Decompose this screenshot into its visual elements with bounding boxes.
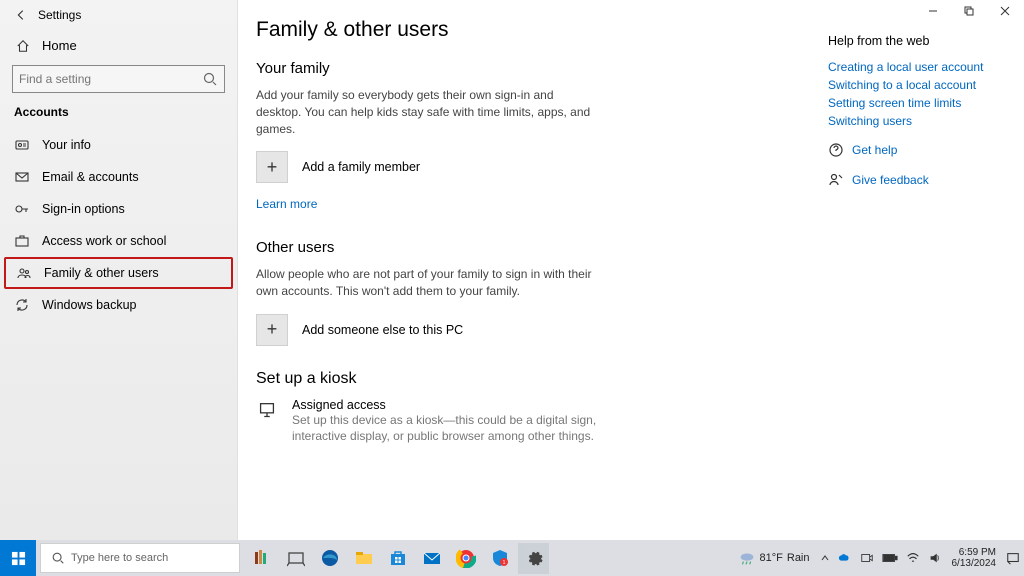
other-desc: Allow people who are not part of your fa…	[256, 266, 596, 300]
taskbar-chrome-icon[interactable]	[450, 543, 481, 574]
feedback-link[interactable]: Give feedback	[828, 172, 1012, 188]
search-icon	[51, 551, 65, 565]
tray-volume-icon[interactable]	[928, 551, 942, 565]
other-heading: Other users	[256, 239, 778, 256]
weather-widget[interactable]: 81°F Rain	[738, 549, 810, 567]
help-link[interactable]: Creating a local user account	[828, 60, 1012, 74]
sidebar-section: Accounts	[0, 101, 237, 129]
maximize-button[interactable]	[962, 4, 976, 18]
sidebar-item-label: Access work or school	[42, 234, 166, 248]
home-nav[interactable]: Home	[0, 28, 237, 59]
window-title: Settings	[38, 8, 81, 22]
feedback-icon	[828, 172, 844, 188]
page-title: Family & other users	[256, 18, 778, 42]
tray-onedrive-icon[interactable]	[838, 551, 852, 565]
taskbar-explorer-icon[interactable]	[348, 543, 379, 574]
search-input[interactable]	[19, 72, 202, 86]
taskbar-store-icon[interactable]	[382, 543, 413, 574]
person-card-icon	[14, 137, 30, 153]
svg-text:1: 1	[502, 560, 505, 566]
taskbar-security-icon[interactable]: 1	[484, 543, 515, 574]
family-heading: Your family	[256, 60, 778, 77]
close-button[interactable]	[998, 4, 1012, 18]
sidebar-item-label: Your info	[42, 138, 91, 152]
tray-meet-icon[interactable]	[860, 551, 874, 565]
people-icon	[16, 265, 32, 281]
tray-battery-icon[interactable]	[882, 552, 898, 564]
briefcase-icon	[14, 233, 30, 249]
family-desc: Add your family so everybody gets their …	[256, 87, 596, 137]
add-other-label: Add someone else to this PC	[302, 323, 463, 337]
sidebar-item-family[interactable]: Family & other users	[4, 257, 233, 289]
feedback-label: Give feedback	[852, 173, 929, 187]
sidebar-item-backup[interactable]: Windows backup	[0, 289, 237, 321]
home-label: Home	[42, 38, 77, 53]
kiosk-title: Assigned access	[292, 398, 612, 412]
clock[interactable]: 6:59 PM 6/13/2024	[952, 547, 997, 569]
search-icon	[202, 71, 218, 87]
kiosk-heading: Set up a kiosk	[256, 370, 778, 388]
sidebar-item-label: Family & other users	[44, 266, 159, 280]
mail-icon	[14, 169, 30, 185]
tray-chevron-icon[interactable]	[820, 553, 830, 563]
sidebar-item-your-info[interactable]: Your info	[0, 129, 237, 161]
search-box[interactable]	[12, 65, 225, 93]
sidebar-item-label: Sign-in options	[42, 202, 125, 216]
sidebar-item-email[interactable]: Email & accounts	[0, 161, 237, 193]
tray-wifi-icon[interactable]	[906, 551, 920, 565]
taskbar-search[interactable]: Type here to search	[40, 543, 240, 573]
taskbar-edge-icon[interactable]	[314, 543, 345, 574]
clock-time: 6:59 PM	[952, 547, 997, 558]
taskbar-taskview-icon[interactable]	[280, 543, 311, 574]
sidebar-item-label: Email & accounts	[42, 170, 139, 184]
learn-more-link[interactable]: Learn more	[256, 197, 317, 211]
help-link[interactable]: Switching to a local account	[828, 78, 1012, 92]
add-other-button[interactable]: +	[256, 314, 288, 346]
weather-temp: 81°F	[760, 552, 783, 564]
help-icon	[828, 142, 844, 158]
weather-icon	[738, 549, 756, 567]
back-button[interactable]	[12, 6, 30, 24]
kiosk-desc: Set up this device as a kiosk—this could…	[292, 412, 612, 444]
help-link[interactable]: Switching users	[828, 114, 1012, 128]
weather-cond: Rain	[787, 552, 810, 564]
add-family-button[interactable]: +	[256, 151, 288, 183]
home-icon	[16, 39, 30, 53]
taskbar-mail-icon[interactable]	[416, 543, 447, 574]
sidebar-item-work-school[interactable]: Access work or school	[0, 225, 237, 257]
get-help-link[interactable]: Get help	[828, 142, 1012, 158]
sidebar-item-signin[interactable]: Sign-in options	[0, 193, 237, 225]
taskbar-library-icon[interactable]	[246, 543, 277, 574]
clock-date: 6/13/2024	[952, 558, 997, 569]
key-icon	[14, 201, 30, 217]
help-link[interactable]: Setting screen time limits	[828, 96, 1012, 110]
help-title: Help from the web	[828, 34, 1012, 48]
add-family-label: Add a family member	[302, 160, 420, 174]
start-button[interactable]	[0, 540, 36, 576]
notifications-icon[interactable]	[1006, 551, 1020, 565]
assigned-access-item[interactable]: Assigned access Set up this device as a …	[256, 398, 778, 444]
get-help-label: Get help	[852, 143, 897, 157]
taskbar-settings-icon[interactable]	[518, 543, 549, 574]
sync-icon	[14, 297, 30, 313]
kiosk-icon	[256, 400, 278, 422]
taskbar-search-placeholder: Type here to search	[71, 552, 168, 564]
minimize-button[interactable]	[926, 4, 940, 18]
sidebar-item-label: Windows backup	[42, 298, 137, 312]
